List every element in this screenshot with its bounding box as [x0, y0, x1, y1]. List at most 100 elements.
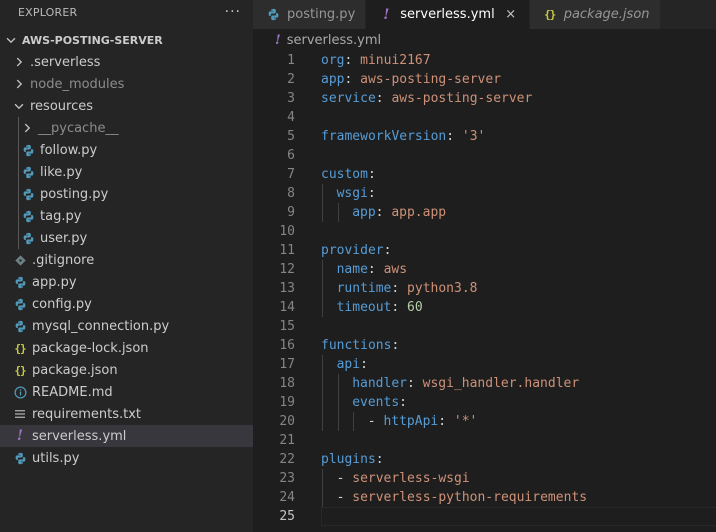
tree-item[interactable]: tag.py	[0, 205, 253, 227]
info-icon	[12, 381, 28, 403]
code-token: aws-posting-server	[360, 72, 502, 87]
line-number: 9	[287, 205, 295, 220]
breadcrumb-file[interactable]: serverless.yml	[287, 33, 381, 48]
tree-item[interactable]: README.md	[0, 381, 253, 403]
line-number: 8	[287, 186, 295, 201]
indent-guide	[18, 117, 19, 139]
indent-guide	[337, 393, 339, 412]
tree-item[interactable]: .serverless	[0, 51, 253, 73]
code-text: timeout: 60	[337, 300, 423, 315]
indent-guide	[322, 203, 323, 222]
indent-guide	[322, 488, 323, 507]
tree-item[interactable]: mysql_connection.py	[0, 315, 253, 337]
code-editor[interactable]: 1 org: minui2167 2 app: aws-posting-server 3…	[253, 51, 716, 532]
code-line: 6	[253, 146, 716, 165]
tab-posting-py[interactable]: posting.py	[253, 0, 367, 29]
python-icon	[20, 161, 36, 183]
code-token: serverless-wsgi	[352, 471, 470, 486]
project-name: AWS-POSTING-SERVER	[22, 33, 163, 47]
tree-item-label: package.json	[32, 362, 118, 378]
tree-item[interactable]: {} package-lock.json	[0, 337, 253, 359]
tree-item-label: node_modules	[30, 76, 125, 92]
tree-item[interactable]: utils.py	[0, 447, 253, 469]
explorer-sidebar: EXPLORER ··· AWS-POSTING-SERVER .serverl…	[0, 0, 253, 532]
code-token: '3'	[461, 129, 486, 144]
code-token: :	[375, 205, 392, 220]
code-token: handler	[352, 376, 407, 391]
code-token: api	[336, 357, 361, 372]
python-icon	[12, 315, 28, 337]
tree-item[interactable]: .gitignore	[0, 249, 253, 271]
code-line: 14 timeout: 60	[253, 298, 716, 317]
line-number: 12	[279, 262, 295, 277]
tree-item-label: README.md	[32, 384, 113, 400]
tree-item-label: .serverless	[30, 54, 101, 70]
code-token: plugins	[321, 452, 376, 467]
tree-item-label: requirements.txt	[32, 406, 142, 422]
indent-guide	[322, 279, 323, 298]
tab-label: serverless.yml	[400, 7, 495, 22]
code-line: 5 frameworkVersion: '3'	[253, 127, 716, 146]
tree-item[interactable]: resources	[0, 95, 253, 117]
code-token: :	[391, 338, 400, 353]
code-line: 17 api:	[253, 355, 716, 374]
project-folder-row[interactable]: AWS-POSTING-SERVER	[0, 29, 253, 51]
explorer-header: EXPLORER ···	[0, 0, 253, 24]
tree-item[interactable]: like.py	[0, 161, 253, 183]
tree-item[interactable]: follow.py	[0, 139, 253, 161]
chevron-right-icon	[12, 73, 26, 95]
tree-item[interactable]: requirements.txt	[0, 403, 253, 425]
code-token: :	[383, 243, 392, 258]
tree-item[interactable]: user.py	[0, 227, 253, 249]
tree-item[interactable]: {} package.json	[0, 359, 253, 381]
code-line: 9 app: app.app	[253, 203, 716, 222]
line-number: 23	[279, 471, 295, 486]
line-number: 4	[287, 110, 295, 125]
code-line: 22 plugins:	[253, 450, 716, 469]
line-number: 24	[279, 490, 295, 505]
indent-guide	[18, 139, 19, 161]
tab-package-json[interactable]: {} package.json	[529, 0, 661, 29]
tree-item[interactable]: posting.py	[0, 183, 253, 205]
code-token: custom	[321, 167, 368, 182]
indent-guide	[18, 227, 19, 249]
line-number: 10	[279, 224, 295, 239]
code-text: custom:	[321, 167, 376, 182]
code-line: 3 service: aws-posting-server	[253, 89, 716, 108]
code-text: - serverless-python-requirements	[337, 490, 587, 505]
code-line: 11 provider:	[253, 241, 716, 260]
code-token: :	[344, 72, 361, 87]
lines-icon	[12, 403, 28, 425]
python-icon	[20, 227, 36, 249]
python-icon	[12, 271, 28, 293]
line-number: 13	[279, 281, 295, 296]
indent-guide	[322, 469, 323, 488]
close-icon[interactable]: ×	[503, 7, 519, 22]
tree-item[interactable]: __pycache__	[0, 117, 253, 139]
indent-guide	[322, 393, 323, 412]
python-icon	[12, 447, 28, 469]
tree-item[interactable]: app.py	[0, 271, 253, 293]
more-actions-button[interactable]: ···	[225, 4, 241, 20]
code-token: :	[406, 376, 423, 391]
line-number: 17	[279, 357, 295, 372]
code-line: 20 - httpApi: '*'	[253, 412, 716, 431]
tree-item[interactable]: config.py	[0, 293, 253, 315]
code-text: handler: wsgi_handler.handler	[352, 376, 579, 391]
json-braces-icon: {}	[14, 341, 26, 355]
tree-item-label: app.py	[32, 274, 77, 290]
code-text: functions:	[321, 338, 399, 353]
code-token: app	[321, 72, 345, 87]
code-text: service: aws-posting-server	[321, 91, 532, 106]
tab-label: package.json	[563, 7, 650, 22]
code-line: 19 events:	[253, 393, 716, 412]
tree-item[interactable]: node_modules	[0, 73, 253, 95]
tree-item-label: package-lock.json	[32, 340, 149, 356]
tab-serverless-yml[interactable]: ! serverless.yml ×	[366, 0, 530, 29]
code-token: runtime	[336, 281, 392, 296]
line-number: 18	[279, 376, 295, 391]
code-token: :	[391, 300, 408, 315]
code-text: app: aws-posting-server	[321, 72, 501, 87]
tree-item[interactable]: ! serverless.yml	[0, 425, 253, 447]
code-token: :	[360, 357, 368, 372]
